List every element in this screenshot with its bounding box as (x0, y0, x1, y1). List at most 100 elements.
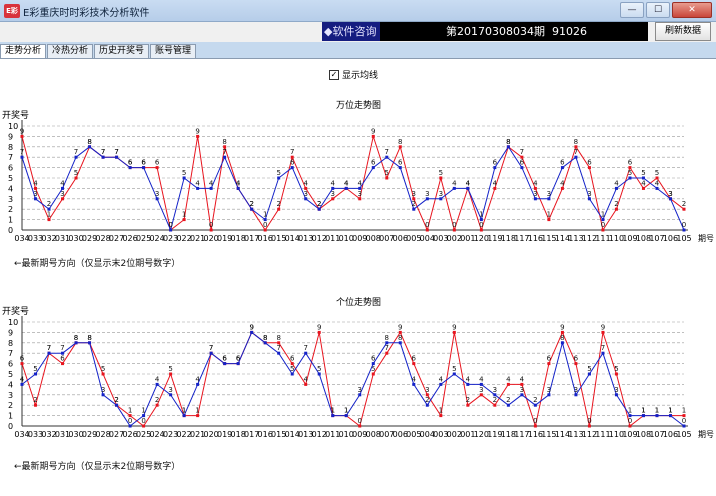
data-label: 2 (466, 396, 470, 404)
data-label: 7 (209, 344, 213, 352)
data-label: 6 (290, 355, 295, 363)
data-label: 5 (452, 365, 456, 373)
data-label: 9 (195, 127, 199, 135)
data-label: 6 (290, 159, 295, 167)
data-label: 3 (493, 386, 497, 394)
data-label: 0 (533, 417, 537, 425)
data-label: 1 (141, 407, 145, 415)
y-axis-label: 开奖号 (2, 305, 29, 317)
data-label: 8 (263, 334, 267, 342)
data-label: 4 (358, 179, 363, 187)
data-label: 6 (141, 159, 146, 167)
data-label: 4 (155, 375, 160, 383)
data-label: 0 (587, 417, 591, 425)
data-label: 0 (479, 221, 483, 229)
data-label: 6 (371, 355, 376, 363)
data-label: 0 (601, 221, 605, 229)
data-label: 1 (182, 211, 186, 219)
data-label: 0 (263, 221, 267, 229)
data-label: 5 (101, 365, 105, 373)
data-label: 3 (33, 190, 37, 198)
data-label: 2 (249, 200, 253, 208)
data-label: 9 (560, 323, 564, 331)
data-label: 3 (439, 190, 443, 198)
software-consult-link[interactable]: ◆软件咨询 (322, 22, 380, 41)
data-label: 4 (452, 179, 457, 187)
y-tick-label: 7 (8, 349, 13, 358)
x-tick-label: 105 (676, 234, 691, 243)
minimize-button[interactable]: — (620, 2, 644, 18)
data-label: 5 (628, 169, 632, 177)
data-label: 0 (682, 221, 686, 229)
data-label: 5 (317, 365, 321, 373)
tab-account-management[interactable]: 账号管理 (150, 44, 197, 58)
data-label: 3 (520, 386, 524, 394)
data-label: 5 (439, 169, 443, 177)
data-label: 8 (87, 138, 91, 146)
latest-direction-hint: ←最新期号方向（仅显示末2位期号数字） (14, 462, 181, 472)
data-label: 4 (506, 375, 511, 383)
data-label: 3 (547, 190, 551, 198)
y-tick-label: 9 (8, 132, 13, 141)
data-label: 1 (668, 407, 672, 415)
data-label: 5 (74, 169, 78, 177)
data-label: 4 (344, 179, 349, 187)
y-tick-label: 10 (8, 122, 18, 131)
maximize-button[interactable]: ☐ (646, 2, 670, 18)
data-label: 3 (358, 386, 362, 394)
data-label: 7 (385, 148, 389, 156)
latest-direction-hint: ←最新期号方向（仅显示末2位期号数字） (14, 259, 181, 269)
data-label: 2 (114, 396, 118, 404)
data-label: 0 (128, 417, 132, 425)
wan-trend-chart: 开奖号0123456789100340330320310300290280270… (2, 109, 714, 243)
show-average-checkbox[interactable]: ✓ 显示均线 (329, 68, 378, 81)
data-label: 2 (47, 200, 51, 208)
data-label: 5 (641, 169, 645, 177)
x-axis-label: 期号 (698, 430, 714, 439)
data-label: 1 (128, 407, 132, 415)
data-label: 9 (452, 323, 456, 331)
data-label: 4 (466, 375, 471, 383)
data-label: 2 (276, 200, 280, 208)
data-label: 8 (506, 138, 510, 146)
data-label: 3 (574, 386, 578, 394)
y-tick-label: 10 (8, 318, 18, 327)
close-button[interactable]: ✕ (672, 2, 712, 18)
data-label: 5 (587, 365, 591, 373)
data-label: 9 (398, 323, 402, 331)
data-label: 0 (141, 417, 145, 425)
data-label: 7 (520, 148, 524, 156)
y-tick-label: 2 (8, 401, 13, 410)
data-label: 6 (574, 355, 579, 363)
tab-hot-cold-analysis[interactable]: 冷热分析 (47, 44, 94, 58)
data-label: 5 (655, 169, 659, 177)
y-tick-label: 7 (8, 153, 13, 162)
data-label: 4 (641, 179, 646, 187)
data-label: 6 (587, 159, 592, 167)
checkbox-check-icon[interactable]: ✓ (329, 69, 339, 80)
issue-label: 第20170308034期 (446, 25, 545, 38)
data-label: 0 (628, 417, 632, 425)
data-label: 7 (60, 344, 64, 352)
data-label: 6 (398, 159, 403, 167)
data-label: 1 (547, 211, 551, 219)
data-label: 4 (209, 179, 214, 187)
data-label: 7 (222, 148, 226, 156)
data-label: 4 (614, 179, 619, 187)
data-label: 7 (74, 148, 78, 156)
data-label: 1 (655, 407, 659, 415)
refresh-data-button[interactable]: 刷新数据 (655, 22, 711, 41)
data-label: 8 (385, 334, 389, 342)
winning-number: 91026 (552, 25, 587, 38)
tab-history-numbers[interactable]: 历史开奖号 (94, 44, 150, 58)
data-label: 1 (195, 407, 199, 415)
data-label: 3 (168, 386, 172, 394)
data-label: 0 (209, 221, 213, 229)
data-label: 1 (601, 211, 605, 219)
data-label: 0 (358, 417, 362, 425)
data-label: 7 (574, 148, 578, 156)
data-label: 3 (479, 386, 483, 394)
data-label: 8 (560, 334, 564, 342)
y-tick-label: 5 (8, 370, 13, 379)
tab-trend-analysis[interactable]: 走势分析 (0, 44, 47, 59)
